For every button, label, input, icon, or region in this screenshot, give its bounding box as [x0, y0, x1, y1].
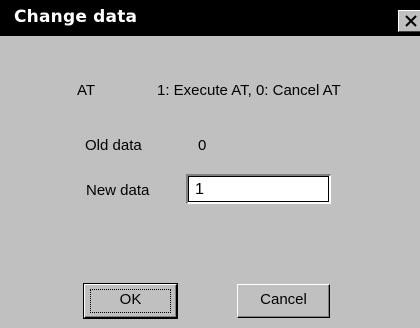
dialog-title: Change data: [14, 7, 138, 27]
close-button[interactable]: [398, 10, 420, 32]
at-label: AT: [77, 82, 96, 99]
new-data-label: New data: [86, 182, 150, 199]
change-data-dialog: Change data AT 1: Execute AT, 0: Cancel …: [0, 0, 420, 328]
cancel-button-label: Cancel: [260, 291, 307, 308]
ok-button-label: OK: [119, 291, 142, 308]
old-data-label: Old data: [85, 137, 142, 154]
cancel-button[interactable]: Cancel: [237, 284, 330, 318]
new-data-input[interactable]: [186, 174, 331, 204]
title-bar: Change data: [0, 0, 420, 36]
ok-button[interactable]: OK: [83, 283, 178, 319]
old-data-value: 0: [198, 137, 207, 154]
at-description: 1: Execute AT, 0: Cancel AT: [157, 82, 341, 99]
close-icon: [405, 15, 417, 27]
